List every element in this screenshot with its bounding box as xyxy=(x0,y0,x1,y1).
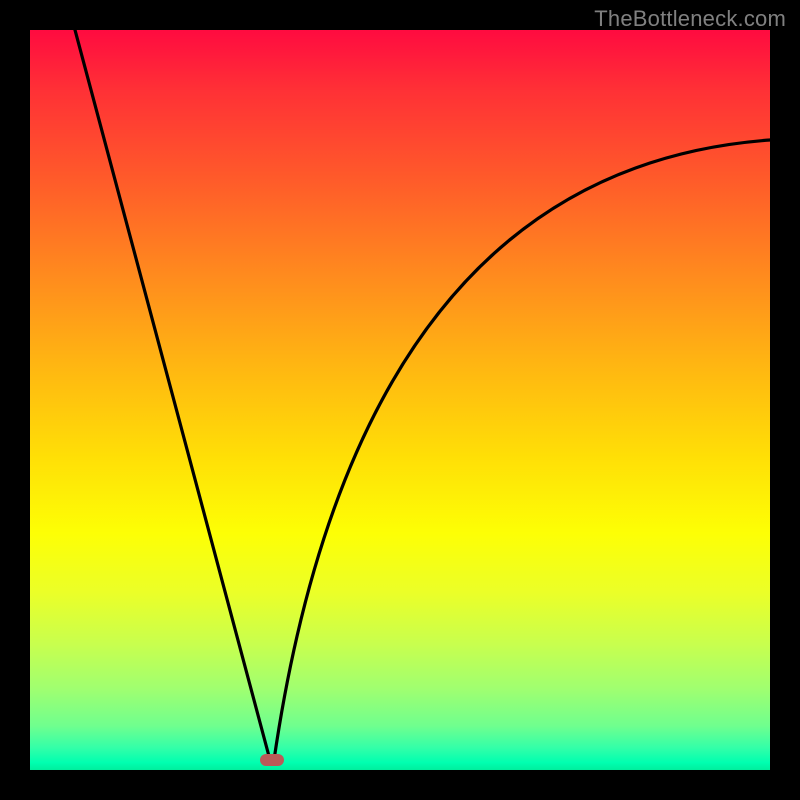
watermark-text: TheBottleneck.com xyxy=(594,6,786,32)
curve-left-branch xyxy=(75,30,270,760)
chart-plot-area xyxy=(30,30,770,770)
curve-right-branch xyxy=(274,140,770,760)
bottleneck-curve xyxy=(30,30,770,770)
minimum-marker xyxy=(260,754,284,766)
